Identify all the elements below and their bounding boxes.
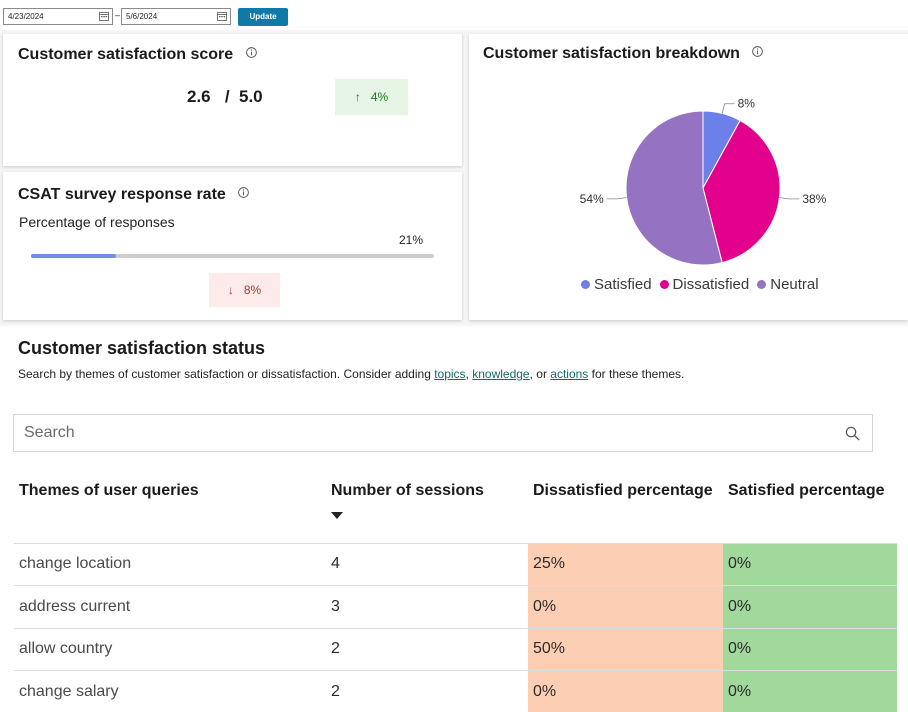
info-icon[interactable] bbox=[752, 46, 764, 57]
sessions-cell: 2 bbox=[326, 627, 528, 671]
arrow-up-icon: ↑ bbox=[354, 90, 361, 104]
legend-swatch bbox=[659, 280, 669, 289]
column-header-label: Number of sessions bbox=[331, 482, 484, 499]
response-rate-title-row: CSAT survey response rate bbox=[18, 186, 250, 204]
csat-score-card: Customer satisfaction score 2.6 / 5.0 ↑ 4… bbox=[3, 34, 462, 166]
satisfied-cell: 0% bbox=[723, 585, 897, 628]
breakdown-title: Customer satisfaction breakdown bbox=[483, 45, 740, 62]
pie-legend: Satisfied Dissatisfied Neutral bbox=[581, 276, 827, 293]
response-trend-value: 8% bbox=[243, 283, 262, 297]
table-row[interactable]: allow country 2 50% 0% bbox=[14, 627, 897, 671]
sort-descending-icon[interactable] bbox=[331, 512, 343, 519]
search-input[interactable] bbox=[14, 415, 814, 451]
pie-leader-line bbox=[779, 197, 800, 200]
status-description: Search by themes of customer satisfactio… bbox=[18, 367, 684, 381]
column-header-satisfied[interactable]: Satisfied percentage bbox=[723, 476, 897, 543]
score-max: 5.0 bbox=[239, 87, 263, 106]
calendar-icon[interactable] bbox=[99, 11, 109, 21]
arrow-down-icon: ↓ bbox=[227, 283, 234, 297]
table-row[interactable]: change salary 2 0% 0% bbox=[14, 670, 897, 712]
end-date-value: 5/6/2024 bbox=[126, 12, 158, 21]
score-separator: / bbox=[224, 87, 230, 106]
column-header-label: Themes of user queries bbox=[19, 482, 199, 499]
sessions-cell: 2 bbox=[326, 670, 528, 712]
sessions-cell: 4 bbox=[326, 542, 528, 586]
calendar-icon[interactable] bbox=[217, 11, 227, 21]
column-header-label: Dissatisfied percentage bbox=[533, 482, 713, 499]
date-range-bar: 4/23/2024 – 5/6/2024 Update bbox=[0, 0, 908, 30]
score: 2.6 bbox=[187, 87, 211, 106]
satisfied-cell: 0% bbox=[723, 670, 897, 712]
theme-cell: change location bbox=[14, 542, 326, 586]
column-header-themes[interactable]: Themes of user queries bbox=[14, 476, 326, 543]
response-progress-fill bbox=[31, 254, 116, 258]
csat-score-value: 2.6 / 5.0 bbox=[187, 87, 263, 107]
satisfied-cell: 0% bbox=[723, 627, 897, 671]
table-row[interactable]: change location 4 25% 0% bbox=[14, 542, 897, 586]
knowledge-link[interactable]: knowledge bbox=[472, 367, 529, 381]
column-header-dissatisfied[interactable]: Dissatisfied percentage bbox=[528, 476, 723, 543]
search-box bbox=[13, 414, 873, 452]
end-date-input[interactable]: 5/6/2024 bbox=[121, 8, 231, 25]
pie-leader-line bbox=[721, 103, 735, 114]
response-rate-value: 21% bbox=[399, 233, 424, 247]
search-icon[interactable] bbox=[845, 426, 860, 441]
start-date-input[interactable]: 4/23/2024 bbox=[3, 8, 113, 25]
info-icon[interactable] bbox=[238, 187, 250, 198]
response-rate-subtitle: Percentage of responses bbox=[19, 214, 175, 230]
theme-cell: change salary bbox=[14, 670, 326, 712]
pie-chart: 8% 38% 54% bbox=[580, 97, 827, 266]
status-title: Customer satisfaction status bbox=[18, 338, 266, 358]
table-row[interactable]: address current 3 0% 0% bbox=[14, 585, 897, 628]
csat-score-title-row: Customer satisfaction score bbox=[18, 46, 257, 64]
satisfaction-status-section: Customer satisfaction status Search by t… bbox=[0, 326, 908, 712]
dissatisfied-cell: 25% bbox=[528, 542, 723, 586]
sessions-cell: 3 bbox=[326, 585, 528, 628]
legend-item-neutral[interactable]: Neutral bbox=[757, 276, 819, 293]
csat-score-title: Customer satisfaction score bbox=[18, 46, 234, 63]
pie-data-label: 38% bbox=[802, 192, 826, 206]
update-button[interactable]: Update bbox=[238, 8, 288, 26]
response-rate-card: CSAT survey response rate Percentage of … bbox=[3, 172, 462, 320]
breakdown-title-row: Customer satisfaction breakdown bbox=[483, 45, 764, 63]
column-header-label: Satisfied percentage bbox=[728, 482, 885, 499]
theme-cell: address current bbox=[14, 585, 326, 628]
dissatisfied-cell: 0% bbox=[528, 585, 723, 628]
dissatisfied-cell: 50% bbox=[528, 627, 723, 671]
topics-link[interactable]: topics bbox=[434, 367, 465, 381]
legend-swatch bbox=[581, 280, 590, 289]
response-trend-badge: ↓ 8% bbox=[209, 273, 280, 307]
start-date-value: 4/23/2024 bbox=[8, 12, 44, 21]
desc-prefix: Search by themes of customer satisfactio… bbox=[18, 367, 435, 381]
legend-label: Neutral bbox=[770, 276, 819, 293]
legend-label: Dissatisfied bbox=[672, 276, 750, 293]
pie-leader-line bbox=[606, 197, 627, 200]
theme-cell: allow country bbox=[14, 627, 326, 671]
column-header-sessions[interactable]: Number of sessions bbox=[326, 476, 528, 543]
legend-item-satisfied[interactable]: Satisfied bbox=[581, 276, 652, 293]
themes-table: Themes of user queries Number of session… bbox=[14, 476, 897, 712]
breakdown-card: Customer satisfaction breakdown 8% 38% 54%… bbox=[469, 34, 908, 320]
pie-data-label: 54% bbox=[580, 192, 604, 206]
dissatisfied-cell: 0% bbox=[528, 670, 723, 712]
desc-or: , or bbox=[529, 367, 551, 381]
csat-trend-badge: ↑ 4% bbox=[335, 79, 408, 115]
desc-suffix: for these themes. bbox=[588, 367, 685, 381]
pie-data-label: 8% bbox=[738, 97, 756, 111]
info-icon[interactable] bbox=[245, 47, 257, 58]
satisfied-cell: 0% bbox=[723, 542, 897, 586]
date-separator: – bbox=[115, 10, 121, 20]
response-rate-title: CSAT survey response rate bbox=[18, 186, 226, 203]
legend-swatch bbox=[757, 280, 767, 289]
csat-trend-value: 4% bbox=[370, 90, 389, 104]
table-header-row: Themes of user queries Number of session… bbox=[14, 476, 897, 543]
legend-label: Satisfied bbox=[594, 276, 652, 293]
actions-link[interactable]: actions bbox=[550, 367, 588, 381]
legend-item-dissatisfied[interactable]: Dissatisfied bbox=[659, 276, 750, 293]
